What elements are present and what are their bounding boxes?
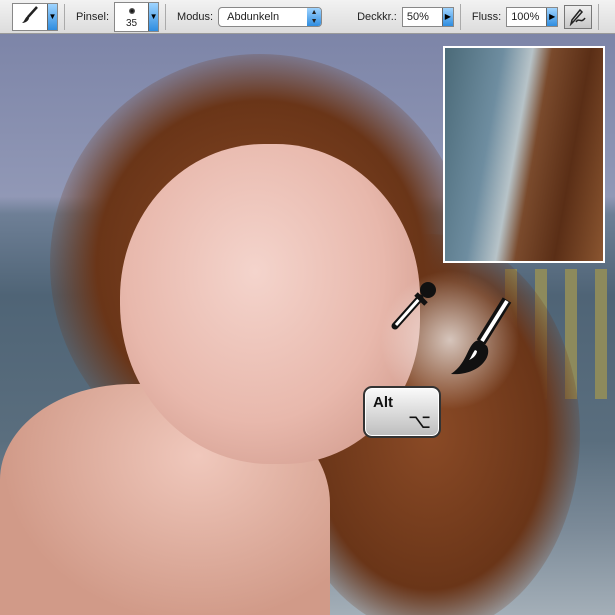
brush-tip-icon [128, 7, 135, 14]
airbrush-button[interactable] [564, 4, 593, 29]
tool-preset-picker[interactable]: ▼ [12, 2, 58, 31]
brush-label: Pinsel: [76, 10, 110, 23]
option-symbol: ⌥ [407, 411, 431, 433]
opacity-value: 50% [406, 10, 429, 23]
flow-value: 100% [511, 10, 540, 23]
pier-post [595, 269, 607, 399]
mode-select[interactable]: Abdunkeln ▲ ▼ [218, 6, 323, 27]
brush-icon [451, 297, 512, 375]
mode-label: Modus: [177, 10, 214, 23]
slider-arrow-icon[interactable]: ▶ [546, 7, 558, 26]
alt-key-label: Alt [373, 394, 393, 411]
chevron-down-icon[interactable]: ▼ [47, 3, 57, 30]
brush-picker[interactable]: 35 ▼ [114, 1, 160, 32]
divider [459, 3, 461, 30]
opacity-label: Deckkr.: [357, 10, 397, 23]
flow-label: Fluss: [471, 10, 502, 23]
alt-key: Alt ⌥ [363, 386, 441, 438]
mode-value: Abdunkeln [227, 10, 280, 23]
airbrush-icon [569, 8, 586, 26]
divider [598, 3, 600, 30]
divider [64, 3, 65, 30]
detail-inset [443, 46, 605, 263]
slider-arrow-icon[interactable]: ▶ [441, 7, 453, 26]
updown-icon: ▲ ▼ [307, 7, 322, 26]
options-bar: ▼ Pinsel: 35 ▼ Modus: Abdunkeln ▲ ▼ Deckk… [0, 0, 615, 34]
brush-icon [13, 5, 47, 28]
chevron-down-icon[interactable]: ▼ [148, 2, 159, 31]
flow-input[interactable]: 100% ▶ [506, 6, 559, 27]
opacity-input[interactable]: 50% ▶ [401, 6, 454, 27]
eyedropper-icon [391, 282, 436, 330]
brush-size: 35 [125, 17, 138, 29]
divider [165, 3, 167, 30]
